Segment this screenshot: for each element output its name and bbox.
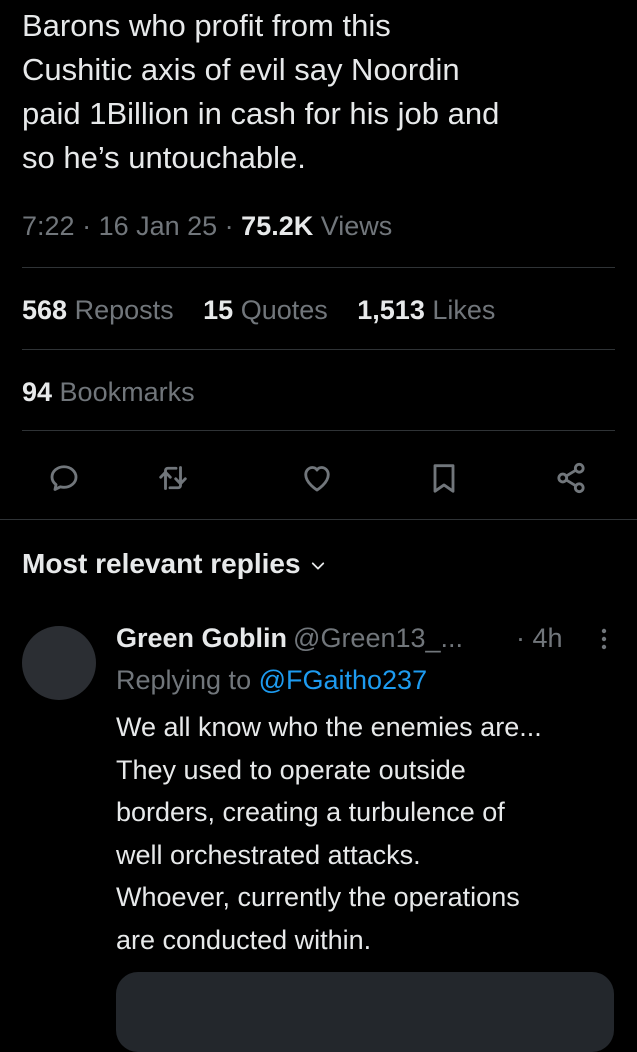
- quotes-label: Quotes: [233, 295, 328, 325]
- reposts-count: 568: [22, 295, 68, 325]
- reposts-stat[interactable]: 568 Reposts: [22, 295, 174, 325]
- views-label: Views: [313, 211, 393, 241]
- bookmarks-stat[interactable]: 94 Bookmarks: [22, 372, 195, 412]
- section-divider: [0, 519, 637, 520]
- tweet-time: 7:22: [22, 211, 75, 241]
- tweet-text: Barons who profit from this Cushitic axi…: [22, 8, 500, 175]
- share-icon: [557, 462, 585, 494]
- meta-separator: ·: [74, 211, 99, 241]
- tweet-date: 16 Jan 25: [98, 211, 218, 241]
- reply-text: We all know who the enemies are... They …: [116, 712, 542, 955]
- bookmarks-label: Bookmarks: [52, 377, 195, 407]
- like-button[interactable]: [299, 460, 335, 496]
- repost-button[interactable]: [155, 460, 191, 496]
- likes-label: Likes: [424, 295, 496, 325]
- reply-author-handle[interactable]: @Green13_...: [293, 623, 463, 653]
- tweet-meta: 7:22 · 16 Jan 25 · 75.2K Views: [22, 206, 392, 246]
- likes-count: 1,513: [357, 295, 425, 325]
- replying-to: Replying to @FGaitho237: [116, 660, 427, 700]
- reply-time: · 4h: [516, 623, 563, 653]
- replying-to-prefix: Replying to: [116, 665, 259, 695]
- chevron-down-icon: [311, 562, 324, 570]
- likes-stat[interactable]: 1,513 Likes: [357, 295, 495, 325]
- reply-icon: [50, 465, 78, 491]
- bookmarks-count: 94: [22, 377, 53, 407]
- more-options-icon[interactable]: [594, 626, 614, 652]
- reply-author-name[interactable]: Green Goblin: [116, 623, 287, 653]
- divider: [22, 349, 615, 350]
- reposts-label: Reposts: [67, 295, 174, 325]
- replying-to-link[interactable]: @FGaitho237: [259, 665, 428, 695]
- bookmark-button[interactable]: [426, 460, 462, 496]
- reply-media-card[interactable]: [116, 972, 614, 1052]
- divider: [22, 430, 615, 431]
- quotes-stat[interactable]: 15 Quotes: [203, 295, 328, 325]
- like-icon: [304, 466, 330, 492]
- repost-icon: [159, 466, 187, 490]
- bookmark-icon: [433, 464, 455, 493]
- divider: [22, 267, 615, 268]
- share-button[interactable]: [553, 460, 589, 496]
- action-bar: [0, 450, 637, 506]
- reply-header: Green Goblin @Green13_... · 4h: [116, 618, 616, 658]
- views-count[interactable]: 75.2K: [241, 211, 313, 241]
- avatar[interactable]: [22, 626, 96, 700]
- meta-separator: ·: [217, 211, 242, 241]
- replies-sort-toggle[interactable]: Most relevant replies: [22, 544, 327, 584]
- reply-button[interactable]: [46, 460, 82, 496]
- replies-header-label: Most relevant replies: [22, 548, 301, 579]
- engagement-stats: 568 Reposts 15 Quotes 1,513 Likes: [22, 290, 517, 330]
- quotes-count: 15: [203, 295, 234, 325]
